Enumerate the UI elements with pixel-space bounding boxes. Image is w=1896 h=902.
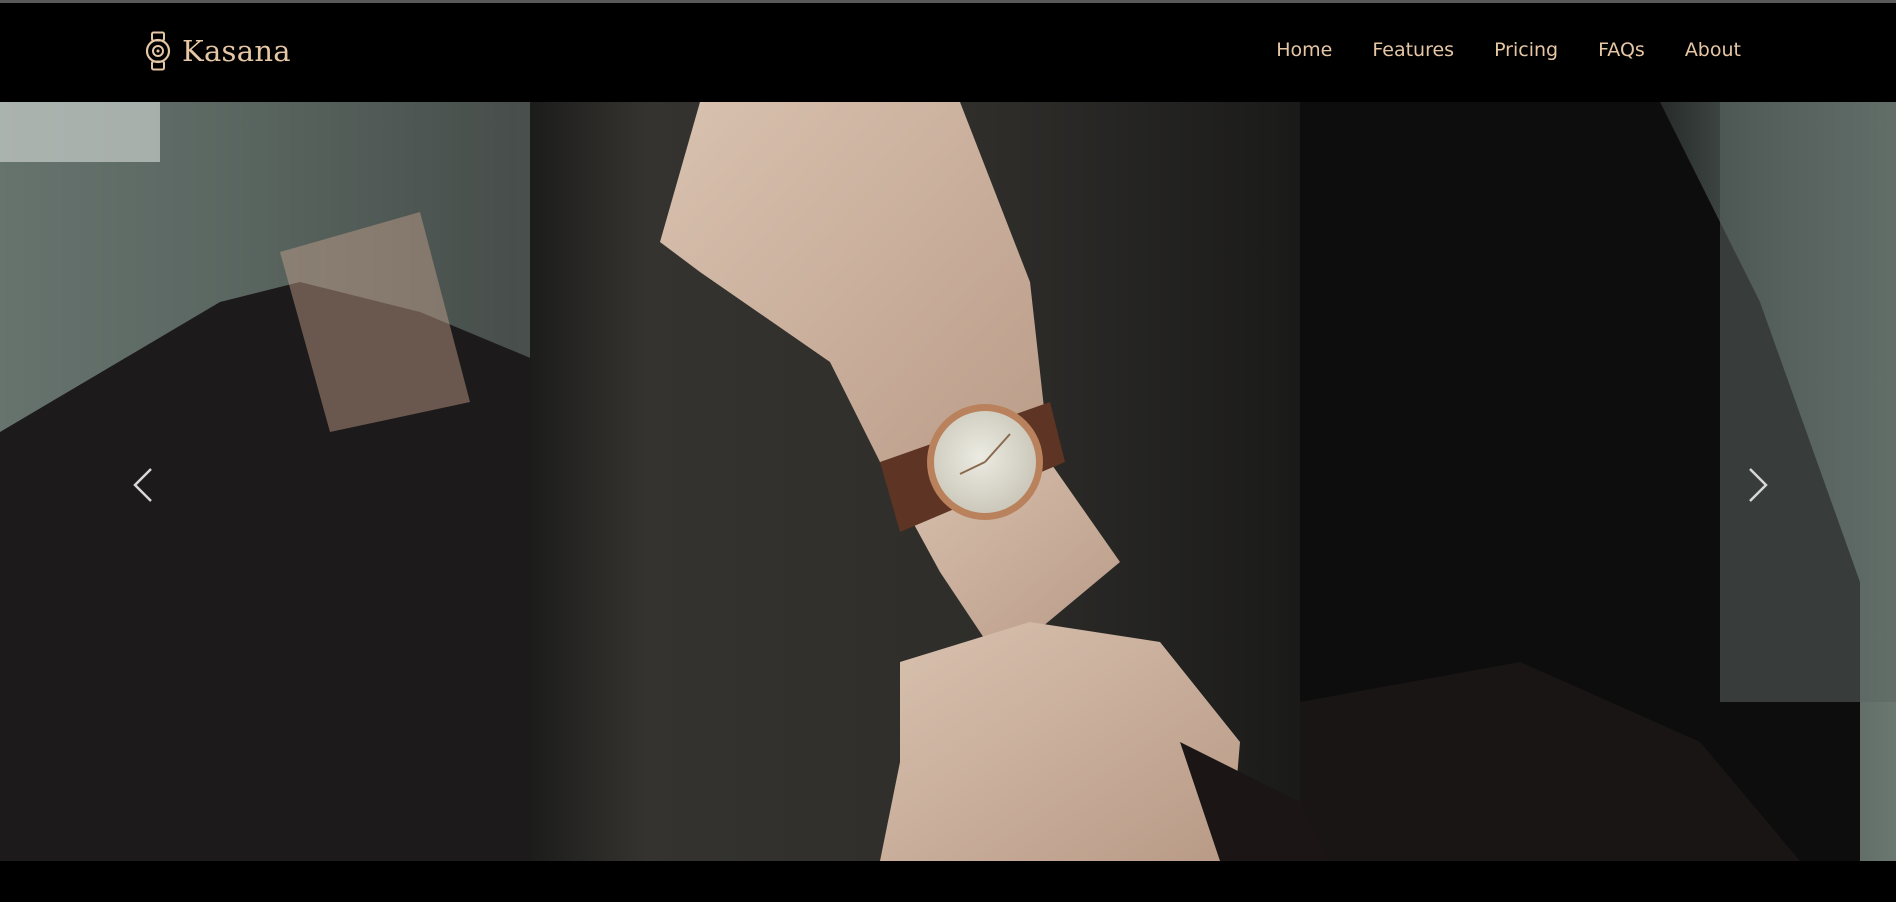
carousel-next-button[interactable] [1736,458,1780,512]
main-nav: Home Features Pricing FAQs About [1276,39,1741,61]
nav-pricing[interactable]: Pricing [1494,39,1558,61]
nav-faqs[interactable]: FAQs [1598,39,1645,61]
page-footer-strip [0,861,1896,902]
chevron-left-icon [133,468,152,502]
nav-home[interactable]: Home [1276,39,1332,61]
navbar: Kasana Home Features Pricing FAQs About [0,3,1896,102]
brand-logo-link[interactable]: Kasana [144,29,291,73]
chevron-right-icon [1749,468,1768,502]
hero-carousel [0,102,1896,861]
hero-image [0,102,1896,861]
carousel-prev-button[interactable] [121,458,165,512]
brand-name: Kasana [182,34,291,68]
wristwatch-icon [145,31,171,71]
nav-about[interactable]: About [1685,39,1741,61]
nav-features[interactable]: Features [1372,39,1454,61]
